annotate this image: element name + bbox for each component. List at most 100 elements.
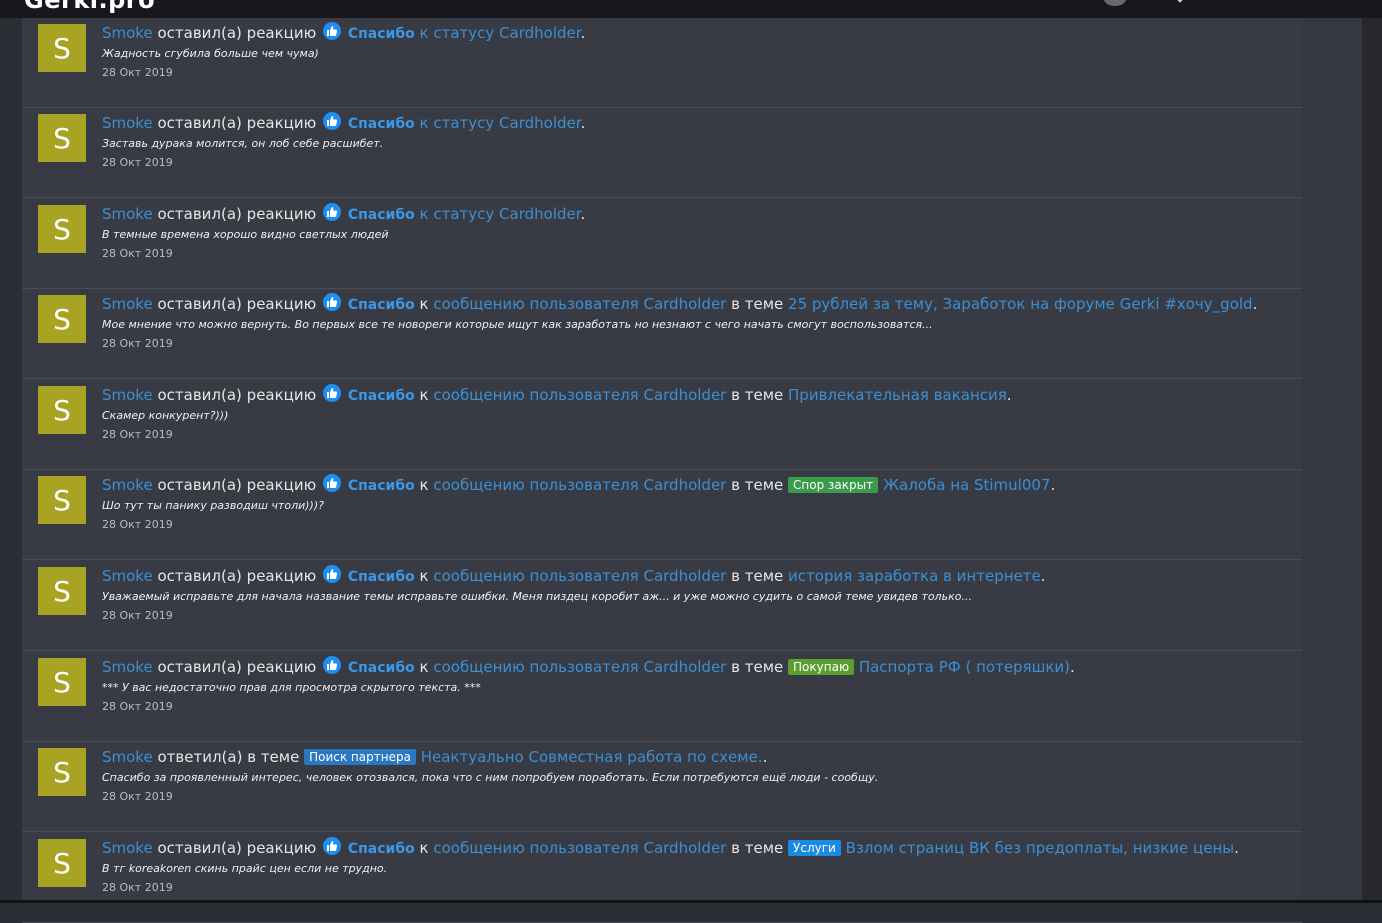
avatar[interactable]: S [38,24,86,72]
reaction-label[interactable]: Спасибо [348,388,415,404]
avatar[interactable]: S [38,748,86,796]
like-icon [323,565,342,583]
reaction-label[interactable]: Спасибо [348,116,415,132]
thread-prefix-badge[interactable]: Поиск партнера [304,749,416,765]
preposition-text: к [419,295,429,313]
username-link[interactable]: Smoke [102,386,153,404]
content-excerpt[interactable]: *** У вас недостаточно прав для просмотр… [102,681,481,694]
avatar[interactable]: S [38,386,86,434]
like-icon [323,112,342,130]
avatar[interactable]: S [38,839,86,887]
reaction-label[interactable]: Спасибо [348,660,415,676]
username-link[interactable]: Smoke [102,658,153,676]
action-text: ответил(а) в теме [157,748,300,766]
sentence-end: . [1040,567,1046,585]
sentence-end: . [1252,295,1258,313]
action-text: оставил(а) реакцию [157,386,317,404]
like-icon [323,22,342,40]
thread-prefix-badge[interactable]: Спор закрыт [788,477,879,493]
top-navigation-bar: Gerki.pro [0,0,1382,18]
reaction-label[interactable]: Спасибо [348,297,415,313]
target-link[interactable]: сообщению пользователя Cardholder [433,295,726,313]
timestamp[interactable]: 28 Окт 2019 [102,247,173,260]
timestamp[interactable]: 28 Окт 2019 [102,881,173,894]
username-link[interactable]: Smoke [102,295,153,313]
target-link[interactable]: к статусу Cardholder [420,205,581,223]
avatar[interactable]: S [38,476,86,524]
thread-link[interactable]: Неактуально Совместная работа по схеме. [421,748,763,766]
avatar[interactable]: S [38,567,86,615]
feed-item: S Smoke оставил(а) реакцию Спасибо к сооб… [22,289,1302,379]
activity-line: Smoke ответил(а) в теме Поиск партнера Н… [102,746,767,768]
activity-line: Smoke оставил(а) реакцию Спасибо к сообщ… [102,384,1012,407]
timestamp[interactable]: 28 Окт 2019 [102,156,173,169]
feed-item: S Smoke оставил(а) реакцию Спасибо к сооб… [22,470,1302,560]
thread-link[interactable]: Взлом страниц ВК без предоплаты, низкие … [846,839,1235,857]
activity-line: Smoke оставил(а) реакцию Спасибо к стату… [102,22,585,45]
timestamp[interactable]: 28 Окт 2019 [102,700,173,713]
site-logo[interactable]: Gerki.pro [24,0,155,14]
username-link[interactable]: Smoke [102,114,153,132]
avatar[interactable]: S [38,114,86,162]
content-excerpt[interactable]: Шо тут ты панику разводиш чтоли)))? [102,499,324,512]
scrollbar[interactable] [1362,18,1382,903]
in-thread-text: в теме [731,658,784,676]
thread-link[interactable]: 25 рублей за тему, Заработок на форуме G… [788,295,1253,313]
chevron-down-icon[interactable] [1174,0,1186,3]
content-excerpt[interactable]: Скамер конкурент?))) [102,409,228,422]
target-link[interactable]: сообщению пользователя Cardholder [433,476,726,494]
content-excerpt[interactable]: Уважаемый исправьте для начала название … [102,590,972,603]
preposition-text: к [419,658,429,676]
timestamp[interactable]: 28 Окт 2019 [102,518,173,531]
username-link[interactable]: Smoke [102,24,153,42]
timestamp[interactable]: 28 Окт 2019 [102,337,173,350]
action-text: оставил(а) реакцию [157,658,317,676]
avatar[interactable]: S [38,205,86,253]
timestamp[interactable]: 28 Окт 2019 [102,609,173,622]
thread-link[interactable]: Паспорта РФ ( потеряшки) [859,658,1070,676]
target-link[interactable]: сообщению пользователя Cardholder [433,658,726,676]
feed-item: S Smoke оставил(а) реакцию Спасибо к сооб… [22,380,1302,470]
content-excerpt[interactable]: Спасибо за проявленный интерес, человек … [102,771,878,784]
like-icon [323,203,342,221]
content-excerpt[interactable]: В тг koreakoren скинь прайс цен если не … [102,862,387,875]
content-excerpt[interactable]: Мое мнение что можно вернуть. Во первых … [102,318,933,331]
timestamp[interactable]: 28 Окт 2019 [102,790,173,803]
target-link[interactable]: к статусу Cardholder [420,24,581,42]
username-link[interactable]: Smoke [102,839,153,857]
in-thread-text: в теме [731,476,784,494]
thread-prefix-badge[interactable]: Услуги [788,840,841,856]
content-excerpt[interactable]: Жадность сгубила больше чем чума) [102,47,319,60]
content-excerpt[interactable]: Заставь дурака молится, он лоб себе расш… [102,137,383,150]
activity-line: Smoke оставил(а) реакцию Спасибо к сообщ… [102,656,1075,679]
username-link[interactable]: Smoke [102,476,153,494]
reaction-label[interactable]: Спасибо [348,207,415,223]
user-avatar[interactable] [1104,0,1126,6]
sentence-end: . [1234,839,1239,857]
avatar[interactable]: S [38,658,86,706]
thread-prefix-badge[interactable]: Покупаю [788,659,855,675]
thread-link[interactable]: Привлекательная вакансия [788,386,1007,404]
sentence-end: . [1050,476,1056,494]
username-link[interactable]: Smoke [102,748,153,766]
thread-link[interactable]: Жалоба на Stimul007 [883,476,1051,494]
activity-feed: S Smoke оставил(а) реакцию Спасибо к стат… [22,18,1302,923]
reaction-label[interactable]: Спасибо [348,569,415,585]
feed-item: S Smoke оставил(а) реакцию Спасибо к стат… [22,108,1302,198]
in-thread-text: в теме [731,295,784,313]
avatar[interactable]: S [38,295,86,343]
sentence-end: . [580,24,586,42]
timestamp[interactable]: 28 Окт 2019 [102,428,173,441]
target-link[interactable]: сообщению пользователя Cardholder [433,567,726,585]
username-link[interactable]: Smoke [102,205,153,223]
reaction-label[interactable]: Спасибо [348,26,415,42]
target-link[interactable]: сообщению пользователя Cardholder [433,386,726,404]
timestamp[interactable]: 28 Окт 2019 [102,66,173,79]
target-link[interactable]: сообщению пользователя Cardholder [433,839,726,857]
content-excerpt[interactable]: В темные времена хорошо видно светлых лю… [102,228,389,241]
reaction-label[interactable]: Спасибо [348,478,415,494]
target-link[interactable]: к статусу Cardholder [420,114,581,132]
reaction-label[interactable]: Спасибо [348,841,415,857]
username-link[interactable]: Smoke [102,567,153,585]
thread-link[interactable]: история заработка в интернете [788,567,1041,585]
